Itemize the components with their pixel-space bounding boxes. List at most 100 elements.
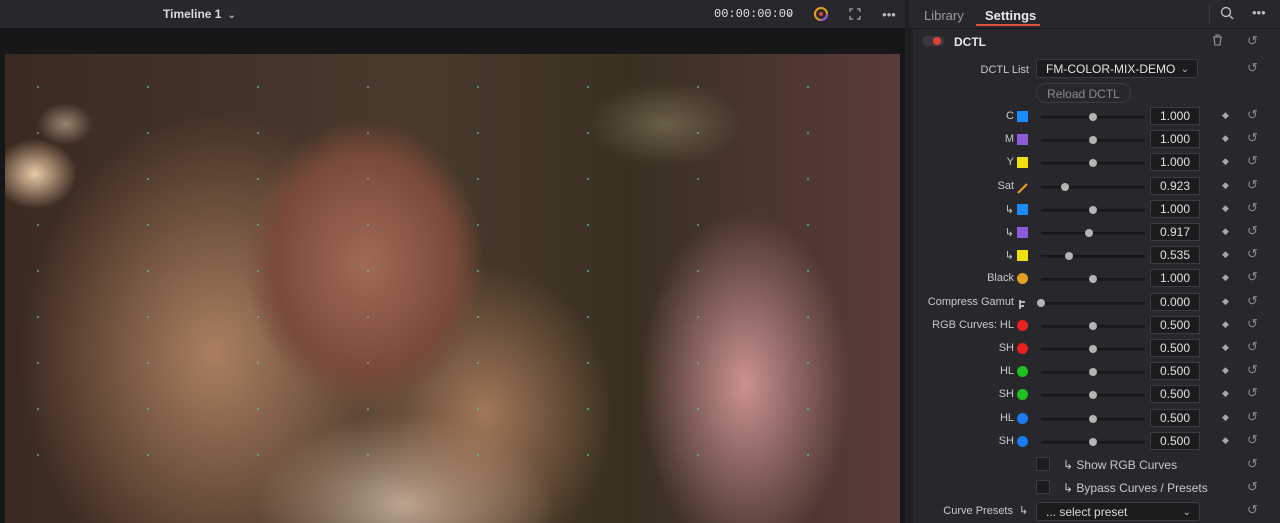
param-value-field[interactable]: 0.500 <box>1150 362 1200 380</box>
timecode-chevron-icon[interactable]: ⌄ <box>785 6 794 19</box>
viewer-toolbar: Timeline 1 ⌄ 00:00:00:00 ⌄ ••• <box>0 0 905 29</box>
trash-icon[interactable] <box>1212 34 1223 49</box>
keyframe-icon[interactable]: ◆ <box>1222 365 1229 376</box>
reset-icon[interactable]: ↺ <box>1247 269 1258 285</box>
keyframe-icon[interactable]: ◆ <box>1222 226 1229 237</box>
bypass-curves-checkbox[interactable] <box>1036 480 1050 494</box>
reset-icon[interactable]: ↺ <box>1247 130 1258 146</box>
param-value-field[interactable]: 0.000 <box>1150 293 1200 311</box>
param-slider[interactable] <box>1041 136 1145 144</box>
param-slider[interactable] <box>1041 391 1145 399</box>
param-slider[interactable] <box>1041 113 1145 121</box>
param-value-field[interactable]: 0.500 <box>1150 432 1200 450</box>
reset-icon[interactable]: ↺ <box>1247 200 1258 216</box>
slider-knob[interactable] <box>1089 322 1097 330</box>
reset-icon[interactable]: ↺ <box>1247 502 1258 518</box>
slider-knob[interactable] <box>1065 252 1074 260</box>
param-slider[interactable] <box>1041 206 1145 214</box>
param-slider[interactable] <box>1041 322 1145 330</box>
keyframe-icon[interactable]: ◆ <box>1222 435 1229 446</box>
timeline-selector[interactable]: Timeline 1 ⌄ <box>163 7 236 21</box>
reset-icon[interactable]: ↺ <box>1247 153 1258 169</box>
reset-icon[interactable]: ↺ <box>1247 456 1258 472</box>
keyframe-icon[interactable]: ◆ <box>1222 133 1229 144</box>
reset-icon[interactable]: ↺ <box>1247 409 1258 425</box>
reset-icon[interactable]: ↺ <box>1247 60 1258 76</box>
slider-knob[interactable] <box>1089 345 1097 353</box>
keyframe-icon[interactable]: ◆ <box>1222 156 1229 167</box>
param-value-field[interactable]: 1.000 <box>1150 153 1200 171</box>
tab-library[interactable]: Library <box>924 8 964 23</box>
reset-icon[interactable]: ↺ <box>1247 223 1258 239</box>
param-slider[interactable] <box>1041 229 1145 237</box>
slider-knob[interactable] <box>1037 299 1045 307</box>
param-slider[interactable] <box>1041 252 1145 260</box>
param-value-field[interactable]: 0.923 <box>1150 177 1200 195</box>
slider-knob[interactable] <box>1089 391 1097 399</box>
param-value-field[interactable]: 0.500 <box>1150 339 1200 357</box>
viewer-image[interactable] <box>5 54 900 523</box>
reset-icon[interactable]: ↺ <box>1247 246 1258 262</box>
more-options-icon[interactable]: ••• <box>1252 5 1266 20</box>
tab-settings[interactable]: Settings <box>985 8 1036 23</box>
timecode-display[interactable]: 00:00:00:00 <box>714 7 793 21</box>
param-value-field[interactable]: 1.000 <box>1150 200 1200 218</box>
reset-icon[interactable]: ↺ <box>1247 177 1258 193</box>
keyframe-icon[interactable]: ◆ <box>1222 388 1229 399</box>
reset-icon[interactable]: ↺ <box>1247 107 1258 123</box>
slider-knob[interactable] <box>1089 368 1097 376</box>
keyframe-icon[interactable]: ◆ <box>1222 319 1229 330</box>
param-slider[interactable] <box>1041 183 1145 191</box>
slider-knob[interactable] <box>1060 183 1069 191</box>
keyframe-icon[interactable]: ◆ <box>1222 272 1229 283</box>
reset-icon[interactable]: ↺ <box>1247 316 1258 332</box>
param-slider[interactable] <box>1041 345 1145 353</box>
slider-knob[interactable] <box>1089 206 1097 214</box>
reset-icon[interactable]: ↺ <box>1247 362 1258 378</box>
slider-knob[interactable] <box>1084 229 1093 237</box>
reset-icon[interactable]: ↺ <box>1247 385 1258 401</box>
param-slider[interactable] <box>1041 275 1145 283</box>
keyframe-icon[interactable]: ◆ <box>1222 180 1229 191</box>
slider-knob[interactable] <box>1089 275 1097 283</box>
keyframe-icon[interactable]: ◆ <box>1222 249 1229 260</box>
keyframe-icon[interactable]: ◆ <box>1222 412 1229 423</box>
reset-icon[interactable]: ↺ <box>1247 293 1258 309</box>
param-slider[interactable] <box>1041 415 1145 423</box>
param-slider[interactable] <box>1037 299 1145 307</box>
color-wheel-icon[interactable] <box>812 5 830 23</box>
more-options-icon[interactable]: ••• <box>880 5 898 23</box>
reset-icon[interactable]: ↺ <box>1247 432 1258 448</box>
slider-knob[interactable] <box>1089 415 1097 423</box>
curve-presets-dropdown[interactable]: ... select preset ⌄ <box>1036 502 1200 521</box>
slider-knob[interactable] <box>1089 113 1097 121</box>
param-value-field[interactable]: 0.535 <box>1150 246 1200 264</box>
keyframe-icon[interactable]: ◆ <box>1222 203 1229 214</box>
keyframe-icon[interactable]: ◆ <box>1222 110 1229 121</box>
param-value-field[interactable]: 1.000 <box>1150 107 1200 125</box>
param-slider[interactable] <box>1041 438 1145 446</box>
param-value-field[interactable]: 1.000 <box>1150 130 1200 148</box>
param-value-field[interactable]: 0.500 <box>1150 316 1200 334</box>
reset-icon[interactable]: ↺ <box>1247 479 1258 495</box>
param-slider[interactable] <box>1041 159 1145 167</box>
show-rgb-curves-checkbox[interactable] <box>1036 457 1050 471</box>
param-value-field[interactable]: 0.500 <box>1150 409 1200 427</box>
slider-knob[interactable] <box>1089 159 1097 167</box>
fullscreen-icon[interactable] <box>846 5 864 23</box>
param-value-field[interactable]: 0.917 <box>1150 223 1200 241</box>
param-value-field[interactable]: 1.000 <box>1150 269 1200 287</box>
param-slider[interactable] <box>1041 368 1145 376</box>
dctl-enable-toggle[interactable] <box>922 36 944 46</box>
keyframe-icon[interactable]: ◆ <box>1222 296 1229 307</box>
slider-knob[interactable] <box>1089 136 1097 144</box>
reset-icon[interactable]: ↺ <box>1247 33 1258 49</box>
slider-knob[interactable] <box>1089 438 1097 446</box>
reset-icon[interactable]: ↺ <box>1247 339 1258 355</box>
param-value-field[interactable]: 0.500 <box>1150 385 1200 403</box>
dctl-list-dropdown[interactable]: FM-COLOR-MIX-DEMO ⌄ <box>1036 59 1198 78</box>
keyframe-icon[interactable]: ◆ <box>1222 342 1229 353</box>
search-icon[interactable] <box>1220 6 1234 23</box>
reload-dctl-button[interactable]: Reload DCTL <box>1036 83 1131 103</box>
grid-guide-dot <box>257 408 259 410</box>
